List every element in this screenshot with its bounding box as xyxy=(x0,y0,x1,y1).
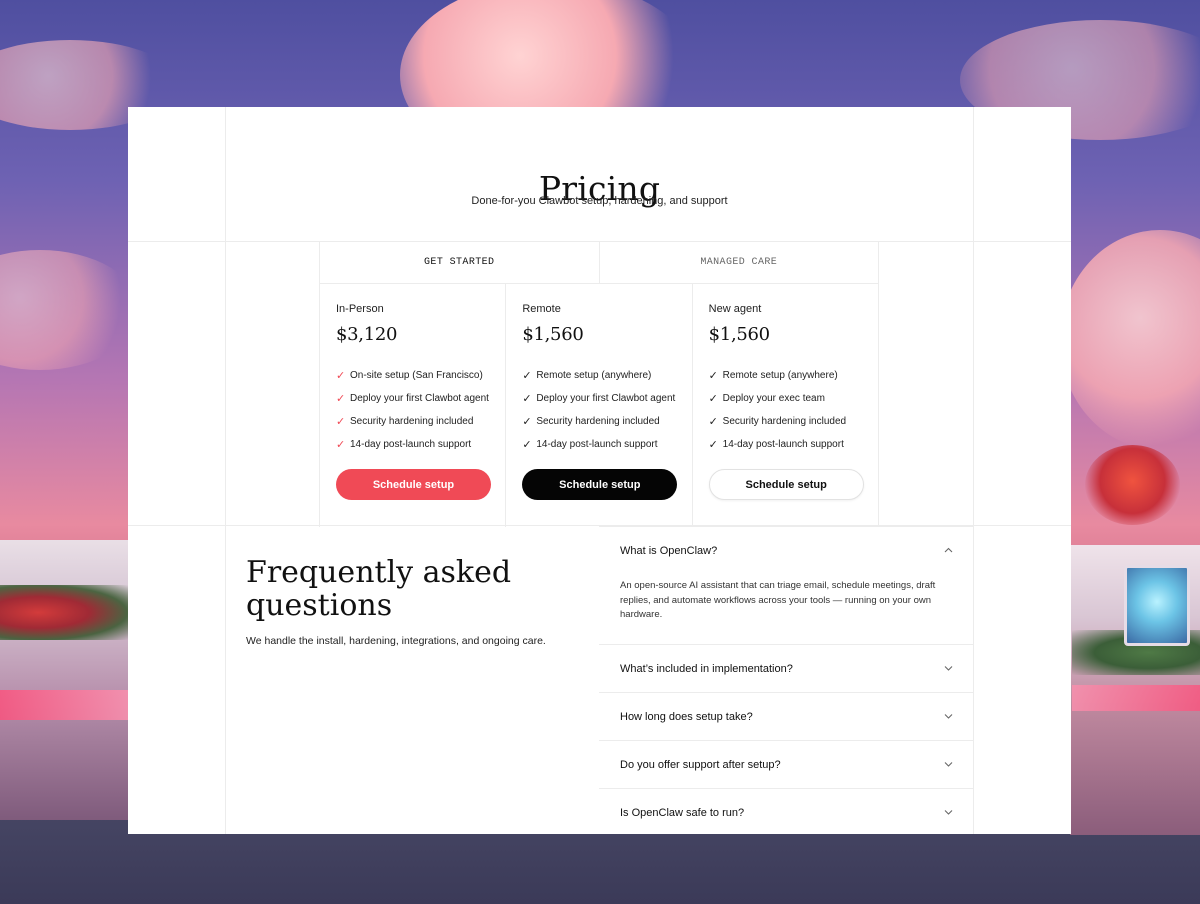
faq-title-line: questions xyxy=(246,588,393,623)
faq-item: What’s included in implementation? xyxy=(599,644,974,692)
feature-item: ✓ 14-day post-launch support xyxy=(522,433,675,456)
feature-text: Remote setup (anywhere) xyxy=(536,370,652,381)
page-subtitle: Done-for-you Clawbot setup, hardening, a… xyxy=(471,195,728,207)
feature-item: ✓ Security hardening included xyxy=(709,410,846,433)
feature-list: ✓ Remote setup (anywhere) ✓ Deploy your fi… xyxy=(522,364,675,456)
schedule-setup-button[interactable]: Schedule setup xyxy=(708,469,864,500)
faq-item: How long does setup take? xyxy=(599,692,974,740)
pricing-card: Pricing Done-for-you Clawbot setup, hard… xyxy=(128,107,1071,834)
plans-grid: In-Person $3,120 ✓ On-site setup (San Fra… xyxy=(319,283,879,527)
chevron-down-icon[interactable] xyxy=(942,662,954,674)
feature-text: 14-day post-launch support xyxy=(350,439,472,450)
feature-text: Security hardening included xyxy=(722,416,847,427)
check-icon: ✓ xyxy=(522,370,532,382)
faq-subtitle: We handle the install, hardening, integr… xyxy=(246,635,546,647)
plan-name: Remote xyxy=(522,303,561,315)
faq-question[interactable]: How long does setup take? xyxy=(620,693,753,740)
feature-list: ✓ On-site setup (San Francisco) ✓ Deploy y… xyxy=(336,364,489,456)
chevron-down-icon[interactable] xyxy=(942,710,954,722)
plan-name: In-Person xyxy=(336,303,384,315)
check-icon: ✓ xyxy=(708,439,718,451)
feature-item: ✓ 14-day post-launch support xyxy=(709,433,846,456)
feature-text: Security hardening included xyxy=(536,416,660,427)
plan-card-new-agent: New agent $1,560 ✓ Remote setup (anywhere… xyxy=(691,284,879,527)
plan-price: $1,560 xyxy=(522,324,584,345)
chevron-down-icon[interactable] xyxy=(942,806,954,818)
feature-item: ✓ Remote setup (anywhere) xyxy=(522,364,675,387)
faq-question[interactable]: Is OpenClaw safe to run? xyxy=(620,789,744,834)
guide-line-left xyxy=(225,107,226,834)
check-icon: ✓ xyxy=(336,370,346,382)
check-icon: ✓ xyxy=(522,393,532,405)
check-icon: ✓ xyxy=(336,393,346,405)
tab-managed-care[interactable]: MANAGED CARE xyxy=(600,241,879,283)
faq-question[interactable]: What is OpenClaw? xyxy=(620,527,717,574)
feature-text: Deploy your first Clawbot agent xyxy=(536,393,676,404)
feature-item: ✓ Security hardening included xyxy=(336,410,489,433)
feature-text: 14-day post-launch support xyxy=(536,439,658,450)
pricing-tabs: GET STARTED MANAGED CARE xyxy=(319,241,879,283)
feature-item: ✓ Remote setup (anywhere) xyxy=(709,364,846,387)
check-icon: ✓ xyxy=(522,439,532,451)
feature-item: ✓ Deploy your exec team xyxy=(709,387,846,410)
check-icon: ✓ xyxy=(708,416,718,428)
check-icon: ✓ xyxy=(708,393,718,405)
faq-item: What is OpenClaw? An open-source AI assi… xyxy=(599,526,974,644)
tab-get-started[interactable]: GET STARTED xyxy=(319,241,600,283)
feature-text: 14-day post-launch support xyxy=(722,439,844,450)
check-icon: ✓ xyxy=(522,416,532,428)
plan-price: $3,120 xyxy=(336,324,398,345)
faq-title-line: Frequently asked xyxy=(246,555,512,590)
schedule-setup-button[interactable]: Schedule setup xyxy=(522,469,678,500)
feature-item: ✓ On-site setup (San Francisco) xyxy=(336,364,489,387)
check-icon: ✓ xyxy=(336,416,346,428)
plan-card-in-person: In-Person $3,120 ✓ On-site setup (San Fra… xyxy=(319,284,505,527)
faq-question[interactable]: What’s included in implementation? xyxy=(620,645,793,692)
feature-list: ✓ Remote setup (anywhere) ✓ Deploy your ex… xyxy=(709,364,846,456)
feature-text: Deploy your first Clawbot agent xyxy=(350,393,489,404)
faq-accordion: What is OpenClaw? An open-source AI assi… xyxy=(599,526,974,834)
plan-card-remote: Remote $1,560 ✓ Remote setup (anywhere) ✓… xyxy=(505,284,691,527)
chevron-up-icon[interactable] xyxy=(942,544,954,556)
faq-item: Is OpenClaw safe to run? xyxy=(599,788,974,834)
feature-item: ✓ 14-day post-launch support xyxy=(336,433,489,456)
chevron-down-icon[interactable] xyxy=(942,758,954,770)
feature-item: ✓ Deploy your first Clawbot agent xyxy=(336,387,489,410)
faq-question[interactable]: Do you offer support after setup? xyxy=(620,741,781,788)
feature-item: ✓ Deploy your first Clawbot agent xyxy=(522,387,675,410)
faq-title: Frequently asked questions xyxy=(246,556,546,622)
faq-answer: An open-source AI assistant that can tri… xyxy=(620,580,936,620)
feature-text: Security hardening included xyxy=(350,416,474,427)
plan-name: New agent xyxy=(708,303,762,315)
feature-text: On-site setup (San Francisco) xyxy=(350,370,483,381)
feature-text: Remote setup (anywhere) xyxy=(722,370,838,381)
plan-price: $1,560 xyxy=(708,324,770,345)
check-icon: ✓ xyxy=(708,370,718,382)
faq-item: Do you offer support after setup? xyxy=(599,740,974,788)
feature-text: Deploy your exec team xyxy=(722,393,825,404)
schedule-setup-button[interactable]: Schedule setup xyxy=(336,469,491,500)
check-icon: ✓ xyxy=(336,439,346,451)
feature-item: ✓ Security hardening included xyxy=(522,410,675,433)
